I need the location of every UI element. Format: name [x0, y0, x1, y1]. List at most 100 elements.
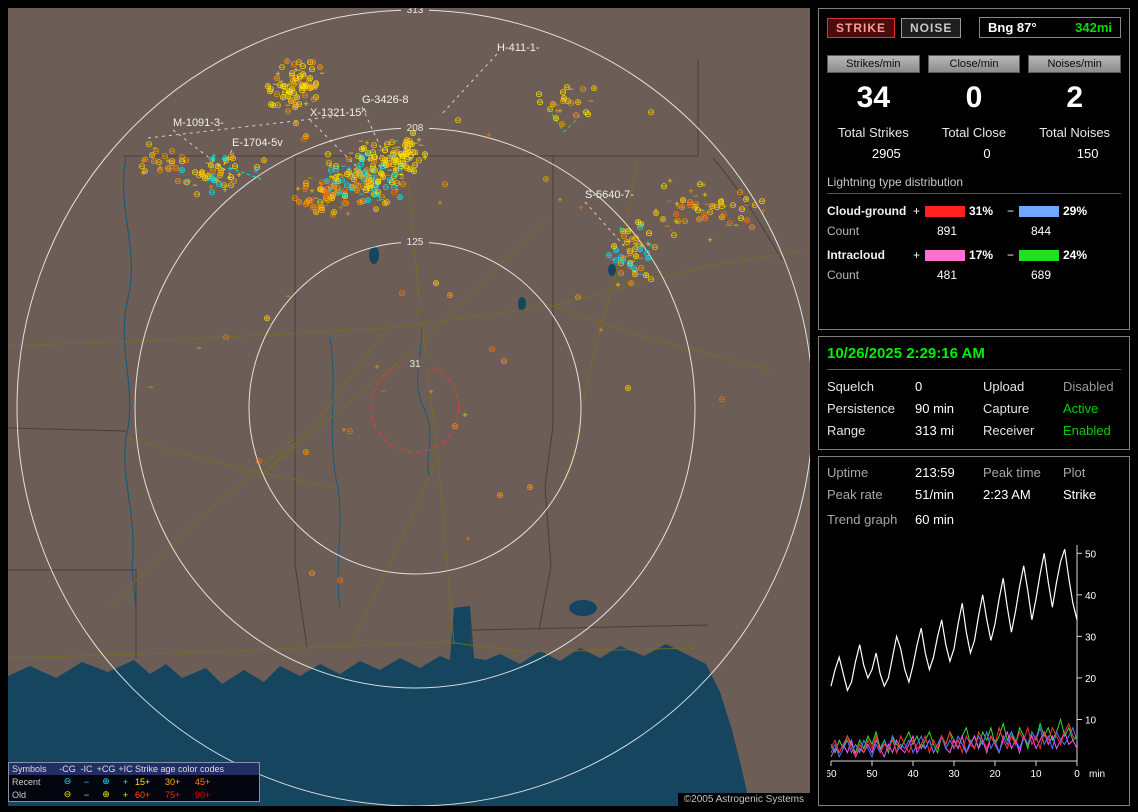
strike-symbol: +	[318, 179, 323, 189]
trend-graph-settings: Trend graph 60 min	[827, 512, 1121, 527]
strike-symbol: +	[707, 235, 712, 245]
negative-sign: −	[1007, 204, 1015, 218]
negative-bar	[1019, 205, 1059, 217]
storm-cell-label: X-1321-15^	[310, 107, 367, 119]
x-tick-label: 0	[1074, 769, 1080, 780]
status-value: Disabled	[1063, 379, 1114, 394]
legend-col-pos-cg: +CG	[96, 764, 116, 774]
plot-label: Plot	[1063, 465, 1086, 480]
strike-symbol: +	[295, 184, 300, 194]
y-tick-label: 30	[1085, 632, 1097, 643]
negative-sign: −	[1007, 248, 1015, 262]
strike-symbol: ⊖	[645, 228, 653, 238]
strike-mode-button[interactable]: STRIKE	[827, 17, 896, 38]
strike-symbol: ⊖	[172, 163, 180, 173]
strike-symbol: −	[704, 199, 709, 209]
rate-header-button[interactable]: Close/min	[927, 55, 1021, 73]
noise-mode-button[interactable]: NOISE	[901, 17, 962, 38]
strike-symbol-sample: +	[122, 776, 129, 787]
strike-symbol: ⊕	[182, 177, 190, 187]
strike-symbol: +	[349, 171, 354, 181]
strike-symbol: ⊕	[432, 278, 440, 288]
bearing-readout: Bng 87° 342mi	[979, 17, 1121, 38]
strike-symbol: +	[615, 280, 620, 290]
negative-percent: 24%	[1063, 248, 1088, 262]
strike-symbol: ⊕	[652, 208, 660, 218]
range-ring-label: 31	[409, 359, 421, 370]
strike-symbol: −	[637, 269, 642, 279]
strike-symbol: ⊖	[209, 165, 217, 175]
distribution-type-label: Intracloud	[827, 248, 886, 262]
rate-header-button[interactable]: Strikes/min	[827, 55, 920, 73]
strike-symbol: ⊕	[742, 194, 750, 204]
strike-symbol: −	[196, 343, 201, 353]
status-label: Capture	[983, 401, 1030, 416]
strike-symbol: ⊖	[290, 59, 298, 69]
strike-symbol: ⊖	[536, 97, 544, 107]
copyright: ©2005 Astrogenic Systems	[677, 793, 810, 806]
strike-symbol: −	[278, 76, 283, 86]
strike-symbol: +	[408, 154, 413, 164]
strike-symbol: ⊖	[670, 230, 678, 240]
strike-symbol-sample: −	[83, 776, 90, 787]
strike-symbol: ⊖	[253, 162, 261, 172]
strike-symbol: −	[192, 180, 197, 190]
strike-symbol: ⊖	[229, 153, 237, 163]
trend-box: Uptime 213:59 Peak time Plot Peak rate 5…	[818, 456, 1130, 806]
strike-symbol: −	[627, 263, 632, 273]
strike-symbol-sample: ⊕	[102, 776, 110, 786]
legend-symbols-header: Symbols	[12, 764, 47, 774]
strike-symbol: ⊕	[330, 207, 338, 217]
trend-series--CG	[830, 725, 1078, 759]
lightning-map[interactable]: 313 208 125 31 ⊖ ⊖ ⊕ ⊕ ⊕ − ⊖ + ⊖ ⊖ ⊕ ⊖ ⊖ ⊖ − ⊕ ⊕ + − − ⊖ ⊕ + +	[8, 8, 810, 806]
trend-series-Strikes/min	[830, 549, 1078, 693]
positive-bar	[925, 205, 965, 217]
legend-col-neg-ic: -IC	[80, 764, 93, 774]
strike-symbol: ⊖	[310, 94, 318, 104]
strike-symbol: ⊖	[278, 62, 286, 72]
strike-symbol: ⊖	[681, 216, 689, 226]
strike-symbol: ⊖	[370, 140, 378, 150]
right-panel: STRIKE NOISE Bng 87° 342mi Strikes/min 34…	[818, 8, 1130, 806]
strike-symbol: ⊖	[572, 110, 580, 120]
strike-symbol: ⊖	[222, 332, 230, 342]
strike-symbol: ⊕	[496, 490, 504, 500]
strike-symbol: +	[465, 534, 470, 544]
strike-symbol: +	[667, 176, 672, 186]
age-color-codes: 60+ 75+ 90+	[135, 790, 256, 800]
strike-symbol: ⊖	[415, 155, 423, 165]
strike-symbol: ⊕	[644, 253, 652, 263]
strike-symbol: ⊖	[309, 202, 317, 212]
strike-symbol: ⊕	[636, 244, 644, 254]
strike-stats-box: STRIKE NOISE Bng 87° 342mi Strikes/min 34…	[818, 8, 1130, 330]
trend-graph: 50 40 30 20 10 60 50 40 30 20 10 0 min	[825, 545, 1105, 780]
rate-header-button[interactable]: Noises/min	[1028, 55, 1121, 73]
x-tick-label: 60	[827, 769, 837, 780]
strike-symbol: −	[588, 96, 593, 106]
positive-percent: 17%	[969, 248, 994, 262]
strike-symbol: ⊖	[308, 568, 316, 578]
strike-symbol: ⊕	[560, 93, 568, 103]
bearing-label: Bng 87°	[988, 20, 1037, 35]
strike-symbol: −	[674, 217, 679, 227]
distribution-type-label: Cloud-ground	[827, 204, 907, 218]
strike-symbol: +	[213, 175, 218, 185]
count-row: Count 481 689	[827, 268, 1121, 282]
strike-symbol: ⊕	[542, 174, 550, 184]
strike-symbol: ⊕	[198, 168, 206, 178]
strike-symbol: ⊖	[647, 107, 655, 117]
strike-symbol: +	[618, 224, 623, 234]
strike-symbol: ⊖	[626, 246, 634, 256]
legend-row: Old ⊖ − ⊕ +60+ 75+ 90+	[9, 788, 259, 801]
strike-symbol: ⊖	[500, 356, 508, 366]
total-label: Total Close	[941, 125, 1007, 140]
peak-rate-value: 51/min	[915, 487, 955, 502]
positive-bar	[925, 249, 965, 261]
strike-symbol: ⊖	[178, 152, 186, 162]
legend-col-neg-cg: -CG	[59, 764, 76, 774]
strike-symbol: −	[568, 84, 573, 94]
strike-symbol-sample: +	[122, 789, 129, 800]
strike-symbol: ⊖	[174, 176, 182, 186]
strike-symbol: ⊕	[686, 200, 694, 210]
age-code: 15+	[135, 776, 151, 787]
